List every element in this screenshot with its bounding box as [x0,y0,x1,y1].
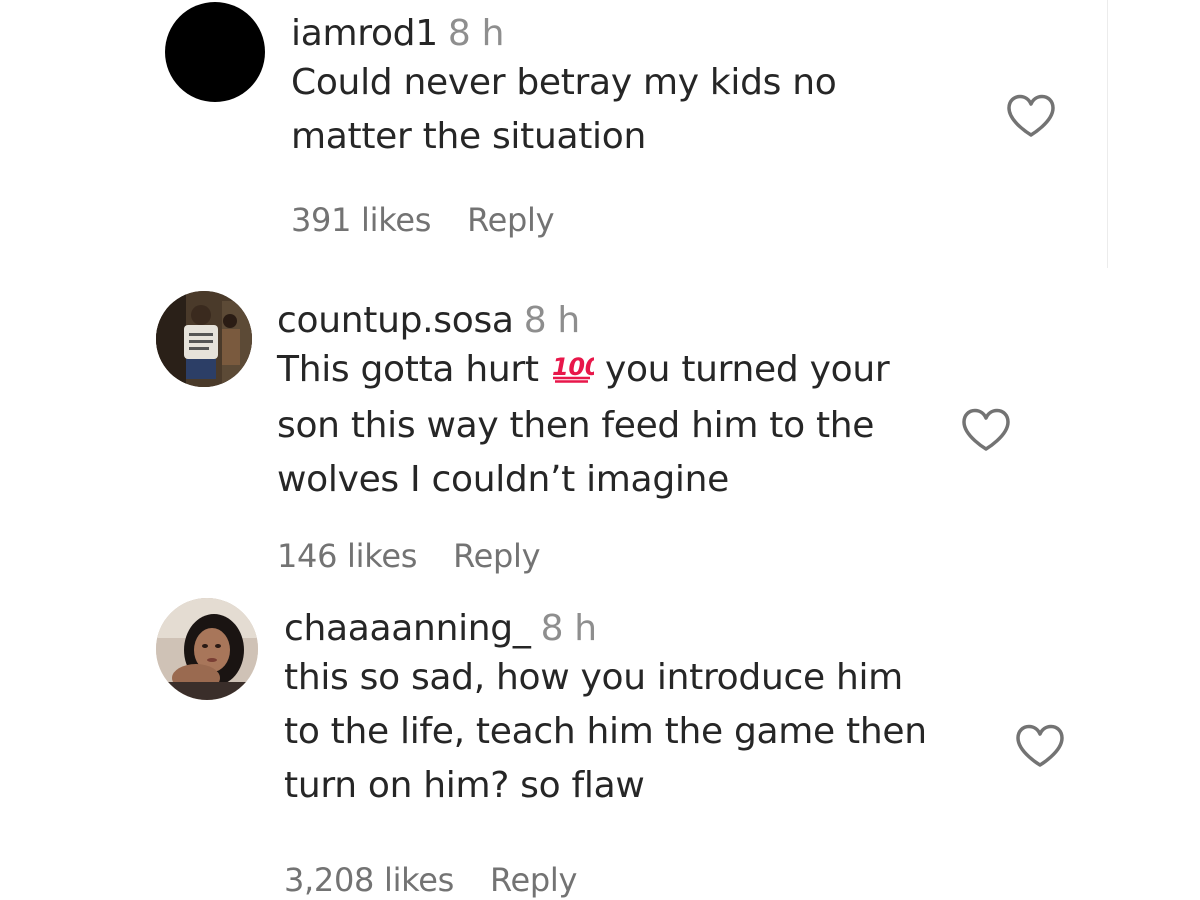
comment-text-line: this so sad, how you introduce him [284,657,903,698]
comment-item: chaaaanning_ 8 h this so sad, how you int… [0,0,1200,900]
comment-timestamp[interactable]: 8 h [541,608,598,649]
like-count[interactable]: 3,208 likes [284,861,454,899]
avatar[interactable] [156,598,258,700]
comment-text-line: turn on him? so flaw [284,765,645,806]
comment-text-line: to the life, teach him the game then [284,711,927,752]
comment-username[interactable]: chaaaanning_ [284,608,531,649]
comments-panel: iamrod1 8 h Could never betray my kids no… [0,0,1200,900]
heart-outline-icon[interactable] [1015,724,1065,772]
reply-button[interactable]: Reply [490,861,577,899]
